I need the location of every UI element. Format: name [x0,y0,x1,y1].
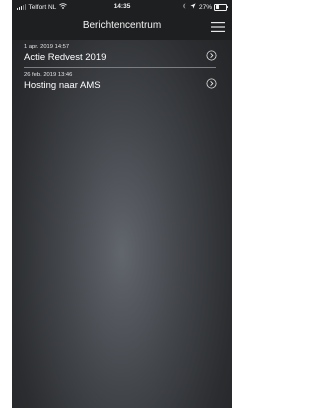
alarm-icon [182,3,187,11]
battery-percentage: 27% [198,3,212,11]
message-list: 1 apr. 2019 14:57 Actie Redvest 2019 26 … [12,40,232,96]
navigation-bar: Berichtencentrum [12,14,232,40]
app-screen: Telfort NL 14:35 27% Berichtencentrum 1 … [12,0,232,408]
list-item-message-1[interactable]: 1 apr. 2019 14:57 Actie Redvest 2019 [12,40,232,68]
battery-icon [214,3,229,11]
message-date: 26 feb. 2019 13:46 [24,72,73,78]
page-title: Berichtencentrum [82,20,162,31]
battery-level [215,5,219,9]
message-title: Hosting naar AMS [24,80,101,91]
chevron-right-circle-icon[interactable] [206,48,217,61]
location-icon [190,3,196,11]
message-date: 1 apr. 2019 14:57 [24,44,70,50]
status-right: 27% [182,3,229,11]
chevron-right-circle-icon[interactable] [206,76,217,89]
message-title: Actie Redvest 2019 [24,52,107,63]
status-bar: Telfort NL 14:35 27% [12,0,232,14]
list-item-message-2[interactable]: 26 feb. 2019 13:46 Hosting naar AMS [12,68,232,96]
hamburger-menu-icon[interactable] [211,20,225,32]
